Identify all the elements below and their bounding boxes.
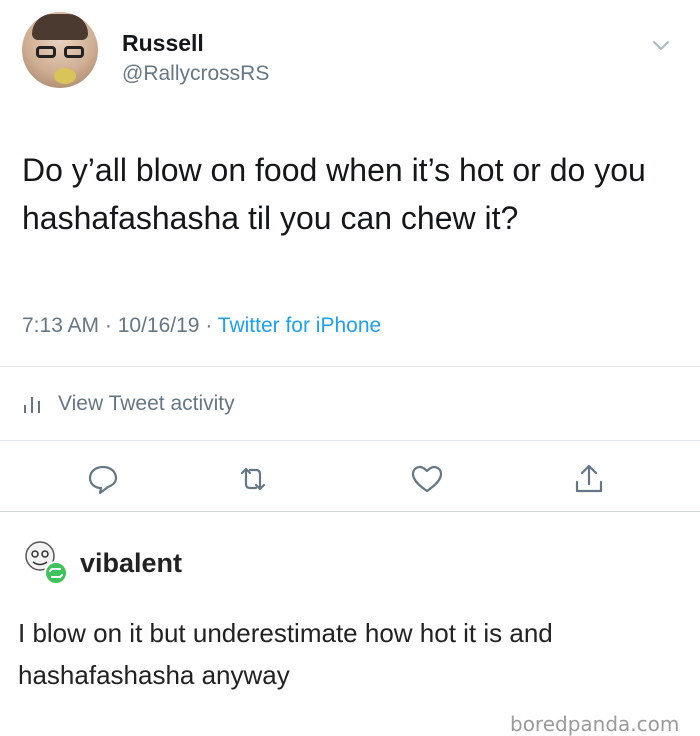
share-up-arrow-icon[interactable]: [572, 462, 606, 496]
reblog-avatar[interactable]: [22, 538, 70, 586]
avatar-glasses: [36, 46, 84, 58]
speech-bubble-icon[interactable]: [86, 462, 120, 496]
retweet-arrows-icon[interactable]: [236, 462, 270, 496]
watermark: boredpanda.com: [510, 712, 680, 736]
profile-avatar[interactable]: [22, 12, 98, 88]
tumblr-reblog: vibalent I blow on it but underestimate …: [0, 512, 700, 736]
reblog-username[interactable]: vibalent: [80, 548, 182, 579]
divider: [0, 366, 700, 367]
avatar-hair: [32, 14, 88, 40]
heart-icon[interactable]: [410, 462, 444, 496]
view-activity-label: View Tweet activity: [58, 392, 235, 415]
tweet-meta: 7:13 AM · 10/16/19 · Twitter for iPhone: [22, 314, 381, 338]
view-activity-link[interactable]: View Tweet activity: [22, 392, 235, 416]
user-handle[interactable]: @RallycrossRS: [122, 62, 269, 86]
avatar-food: [54, 68, 76, 84]
bar-chart-icon: [24, 397, 40, 413]
tweet-source-link[interactable]: Twitter for iPhone: [218, 314, 381, 337]
action-bar: [0, 462, 700, 502]
meta-separator: ·: [199, 314, 218, 337]
tweet-date: 10/16/19: [117, 314, 200, 337]
tweet-text: Do y’all blow on food when it’s hot or d…: [22, 152, 646, 236]
chevron-down-icon[interactable]: [652, 36, 670, 54]
reblog-text: I blow on it but underestimate how hot i…: [18, 618, 553, 690]
meta-separator: ·: [99, 314, 118, 337]
tweet-time: 7:13 AM: [22, 314, 100, 337]
tweet-card: Russell @RallycrossRS Do y’all blow on f…: [0, 0, 700, 512]
divider: [0, 440, 700, 441]
display-name[interactable]: Russell: [122, 30, 204, 57]
